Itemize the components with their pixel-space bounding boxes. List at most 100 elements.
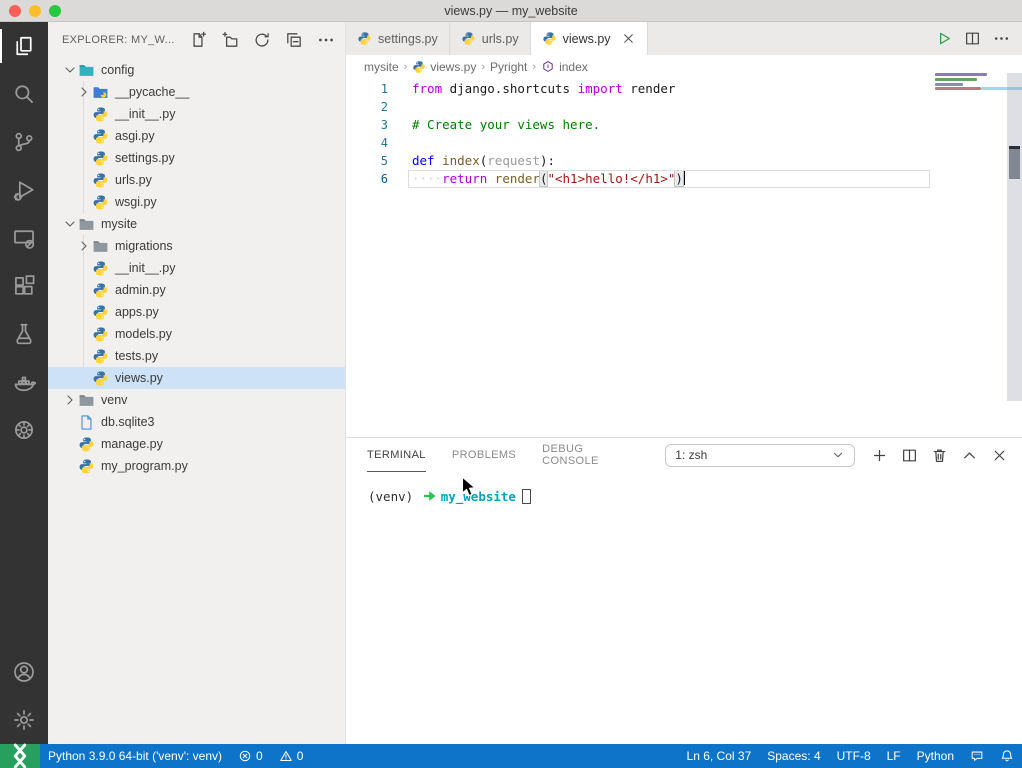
activity-extensions[interactable]: [0, 262, 48, 310]
more-editor-actions-button[interactable]: [993, 30, 1010, 47]
tree-item-venv[interactable]: venv: [48, 389, 345, 411]
code-token: ):: [540, 153, 555, 168]
tree-item-label: tests.py: [115, 349, 158, 363]
refresh-explorer-button[interactable]: [253, 31, 271, 49]
status-indentation[interactable]: Spaces: 4: [759, 744, 828, 768]
tree-item-init-py[interactable]: __init__.py: [48, 257, 345, 279]
tree-item-wsgi-py[interactable]: wsgi.py: [48, 191, 345, 213]
terminal-picker-dropdown[interactable]: 1: zsh: [665, 444, 855, 467]
activity-extension-circular-gear[interactable]: [0, 406, 48, 454]
breadcrumb-pyright[interactable]: Pyright: [490, 60, 527, 74]
tree-item-admin-py[interactable]: admin.py: [48, 279, 345, 301]
run-python-file-button[interactable]: [935, 30, 952, 47]
status-notifications[interactable]: [992, 744, 1022, 768]
split-editor-button[interactable]: [964, 30, 981, 47]
tree-item-apps-py[interactable]: apps.py: [48, 301, 345, 323]
activity-source-control[interactable]: [0, 118, 48, 166]
code-token: index: [442, 153, 480, 168]
tree-indent: [62, 458, 78, 474]
tree-item-asgi-py[interactable]: asgi.py: [48, 125, 345, 147]
status-warning-count[interactable]: 0: [271, 744, 312, 768]
code-token: def: [412, 153, 435, 168]
activity-accounts[interactable]: [0, 648, 48, 696]
breadcrumb-label: Pyright: [490, 60, 527, 74]
bottom-panel: TERMINAL PROBLEMS DEBUG CONSOLE 1: zsh (ve…: [346, 437, 1022, 744]
terminal-cursor: [522, 489, 531, 504]
workbench: EXPLORER: MY_W... config__pycache____ini…: [0, 22, 1022, 744]
tree-item-my-program-py[interactable]: my_program.py: [48, 455, 345, 477]
status-eol-sequence[interactable]: LF: [879, 744, 909, 768]
new-terminal-button[interactable]: [871, 447, 888, 464]
panel-tab-problems[interactable]: PROBLEMS: [452, 438, 516, 472]
code-token: [487, 171, 495, 186]
panel-actions: [871, 447, 1008, 464]
breadcrumb-index[interactable]: index: [541, 60, 588, 74]
remote-window-icon: [12, 226, 36, 250]
tree-item-models-py[interactable]: models.py: [48, 323, 345, 345]
panel-tab-debug-console[interactable]: DEBUG CONSOLE: [542, 438, 639, 472]
folder-gray-icon: [78, 216, 95, 233]
tree-item-label: settings.py: [115, 151, 175, 165]
status-cursor-position-label: Ln 6, Col 37: [687, 749, 752, 763]
close-panel-button[interactable]: [991, 447, 1008, 464]
tree-item-config[interactable]: config: [48, 59, 345, 81]
status-error-count[interactable]: 0: [230, 744, 271, 768]
chevron-down-icon: [62, 216, 78, 232]
python-icon: [92, 370, 109, 387]
tree-item-migrations[interactable]: migrations: [48, 235, 345, 257]
activity-run-debug[interactable]: [0, 166, 48, 214]
breadcrumb-separator: ›: [532, 61, 536, 73]
close-window-button[interactable]: [9, 5, 21, 17]
tree-item-manage-py[interactable]: manage.py: [48, 433, 345, 455]
python-icon: [461, 31, 476, 46]
scrollbar-thumb[interactable]: [1009, 146, 1020, 179]
new-folder-button[interactable]: [221, 31, 239, 49]
activity-docker[interactable]: [0, 358, 48, 406]
tree-item-tests-py[interactable]: tests.py: [48, 345, 345, 367]
panel-tab-terminal[interactable]: TERMINAL: [367, 438, 426, 472]
tree-item-settings-py[interactable]: settings.py: [48, 147, 345, 169]
tree-item-init-py[interactable]: __init__.py: [48, 103, 345, 125]
tree-item-mysite[interactable]: mysite: [48, 213, 345, 235]
code-editor[interactable]: 123456 from django.shortcuts import rend…: [346, 78, 1022, 437]
editor-scrollbar[interactable]: [1007, 73, 1022, 401]
activity-settings[interactable]: [0, 696, 48, 744]
activity-remote-explorer[interactable]: [0, 214, 48, 262]
line-number: 1: [346, 80, 392, 98]
terminal-output[interactable]: (venv) my_website: [346, 472, 1022, 744]
tree-item-label: admin.py: [115, 283, 166, 297]
more-actions-button[interactable]: [317, 31, 335, 49]
status-feedback[interactable]: [962, 744, 992, 768]
tab-settings-py[interactable]: settings.py: [346, 22, 450, 55]
terminal-prompt-text: my_website: [441, 489, 516, 504]
zoom-window-button[interactable]: [49, 5, 61, 17]
new-file-button[interactable]: [189, 31, 207, 49]
tab-urls-py[interactable]: urls.py: [450, 22, 531, 55]
breadcrumb-views-py[interactable]: views.py: [412, 60, 476, 74]
code-token: ): [675, 171, 683, 186]
activity-testing[interactable]: [0, 310, 48, 358]
python-icon: [542, 31, 557, 46]
tree-item-views-py[interactable]: views.py: [48, 367, 345, 389]
chevron-down-icon: [831, 448, 845, 462]
status-cursor-position[interactable]: Ln 6, Col 37: [679, 744, 760, 768]
activity-search[interactable]: [0, 70, 48, 118]
maximize-panel-button[interactable]: [961, 447, 978, 464]
minimize-window-button[interactable]: [29, 5, 41, 17]
kill-terminal-button[interactable]: [931, 447, 948, 464]
explorer-title: EXPLORER: MY_W...: [62, 34, 189, 46]
status-python-interpreter[interactable]: Python 3.9.0 64-bit ('venv': venv): [40, 744, 230, 768]
collapse-folders-button[interactable]: [285, 31, 303, 49]
breadcrumb-mysite[interactable]: mysite: [364, 60, 399, 74]
status-remote-indicator[interactable]: [0, 744, 40, 768]
tree-item-pycache[interactable]: __pycache__: [48, 81, 345, 103]
tree-item-db-sqlite3[interactable]: db.sqlite3: [48, 411, 345, 433]
tree-item-urls-py[interactable]: urls.py: [48, 169, 345, 191]
status-encoding[interactable]: UTF-8: [829, 744, 879, 768]
split-terminal-button[interactable]: [901, 447, 918, 464]
tab-views-py[interactable]: views.py: [531, 22, 648, 55]
symbol-namespace-icon: [541, 60, 555, 74]
status-language-mode[interactable]: Python: [909, 744, 962, 768]
activity-explorer[interactable]: [0, 22, 48, 70]
python-icon: [92, 150, 109, 167]
